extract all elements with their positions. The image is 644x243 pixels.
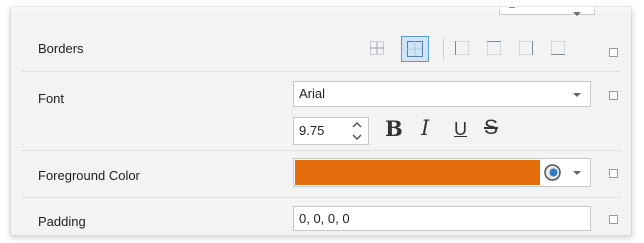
font-label: Font [38,91,65,106]
border-bottom-button[interactable] [547,37,569,59]
border-right-button[interactable] [515,37,537,59]
spin-down-icon[interactable] [352,134,362,140]
border-top-button[interactable] [483,37,505,59]
border-top-icon [487,41,501,55]
font-combobox[interactable]: Arial [293,81,591,107]
property-panel: Borders Font Arial 9.75 B I U S Foregrou… [10,6,632,236]
padding-reset-marker[interactable] [609,215,618,224]
top-partial-caret [573,12,581,16]
foreground-color-dropdown-caret[interactable] [573,171,581,175]
border-right-icon [519,41,533,55]
border-grid-icon [370,41,384,55]
border-outside-icon [407,41,423,57]
borders-label: Borders [38,41,84,56]
row-divider [21,71,621,72]
foreground-color-label: Foreground Color [38,168,140,183]
italic-button[interactable]: I [421,116,429,140]
borders-reset-marker[interactable] [609,48,618,57]
border-all-inside-button[interactable] [366,37,388,59]
font-reset-marker[interactable] [609,91,618,100]
padding-input[interactable]: 0, 0, 0, 0 [293,206,591,231]
font-size-value: 9.75 [299,123,325,138]
row-divider [21,150,621,151]
row-divider [21,197,621,198]
spin-up-icon[interactable] [352,122,362,128]
font-value: Arial [299,86,326,101]
underline-button[interactable]: U [454,119,467,140]
border-separator [443,38,444,60]
border-outside-button-selected[interactable] [401,36,429,62]
strikethrough-button[interactable]: S [484,116,498,140]
foreground-color-reset-marker[interactable] [609,169,618,178]
top-partial-text [509,7,515,8]
bold-button[interactable]: B [385,116,403,141]
padding-value: 0, 0, 0, 0 [299,211,350,226]
font-dropdown-caret[interactable] [573,93,581,97]
color-swatch [295,160,540,185]
border-left-button[interactable] [451,37,473,59]
padding-label: Padding [38,214,86,229]
border-left-icon [455,41,469,55]
border-bottom-icon [551,41,565,55]
color-palette-icon[interactable] [544,164,561,181]
